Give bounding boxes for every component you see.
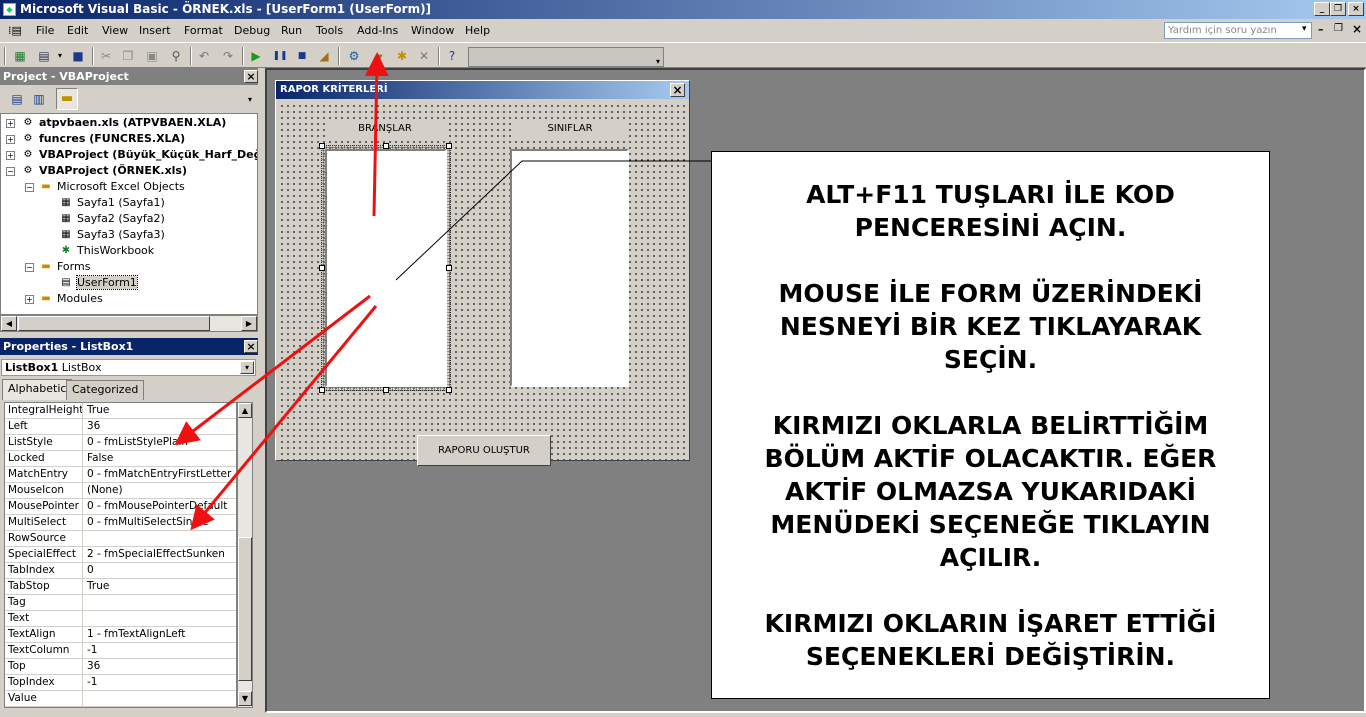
arrow-to-multiselect xyxy=(190,305,378,531)
status-bar xyxy=(0,713,1366,717)
annotation-overlay xyxy=(174,52,711,531)
arrow-to-liststyle xyxy=(174,294,371,446)
arrow-to-properties-toolbar xyxy=(364,52,389,217)
callout-leader-line xyxy=(395,160,711,281)
